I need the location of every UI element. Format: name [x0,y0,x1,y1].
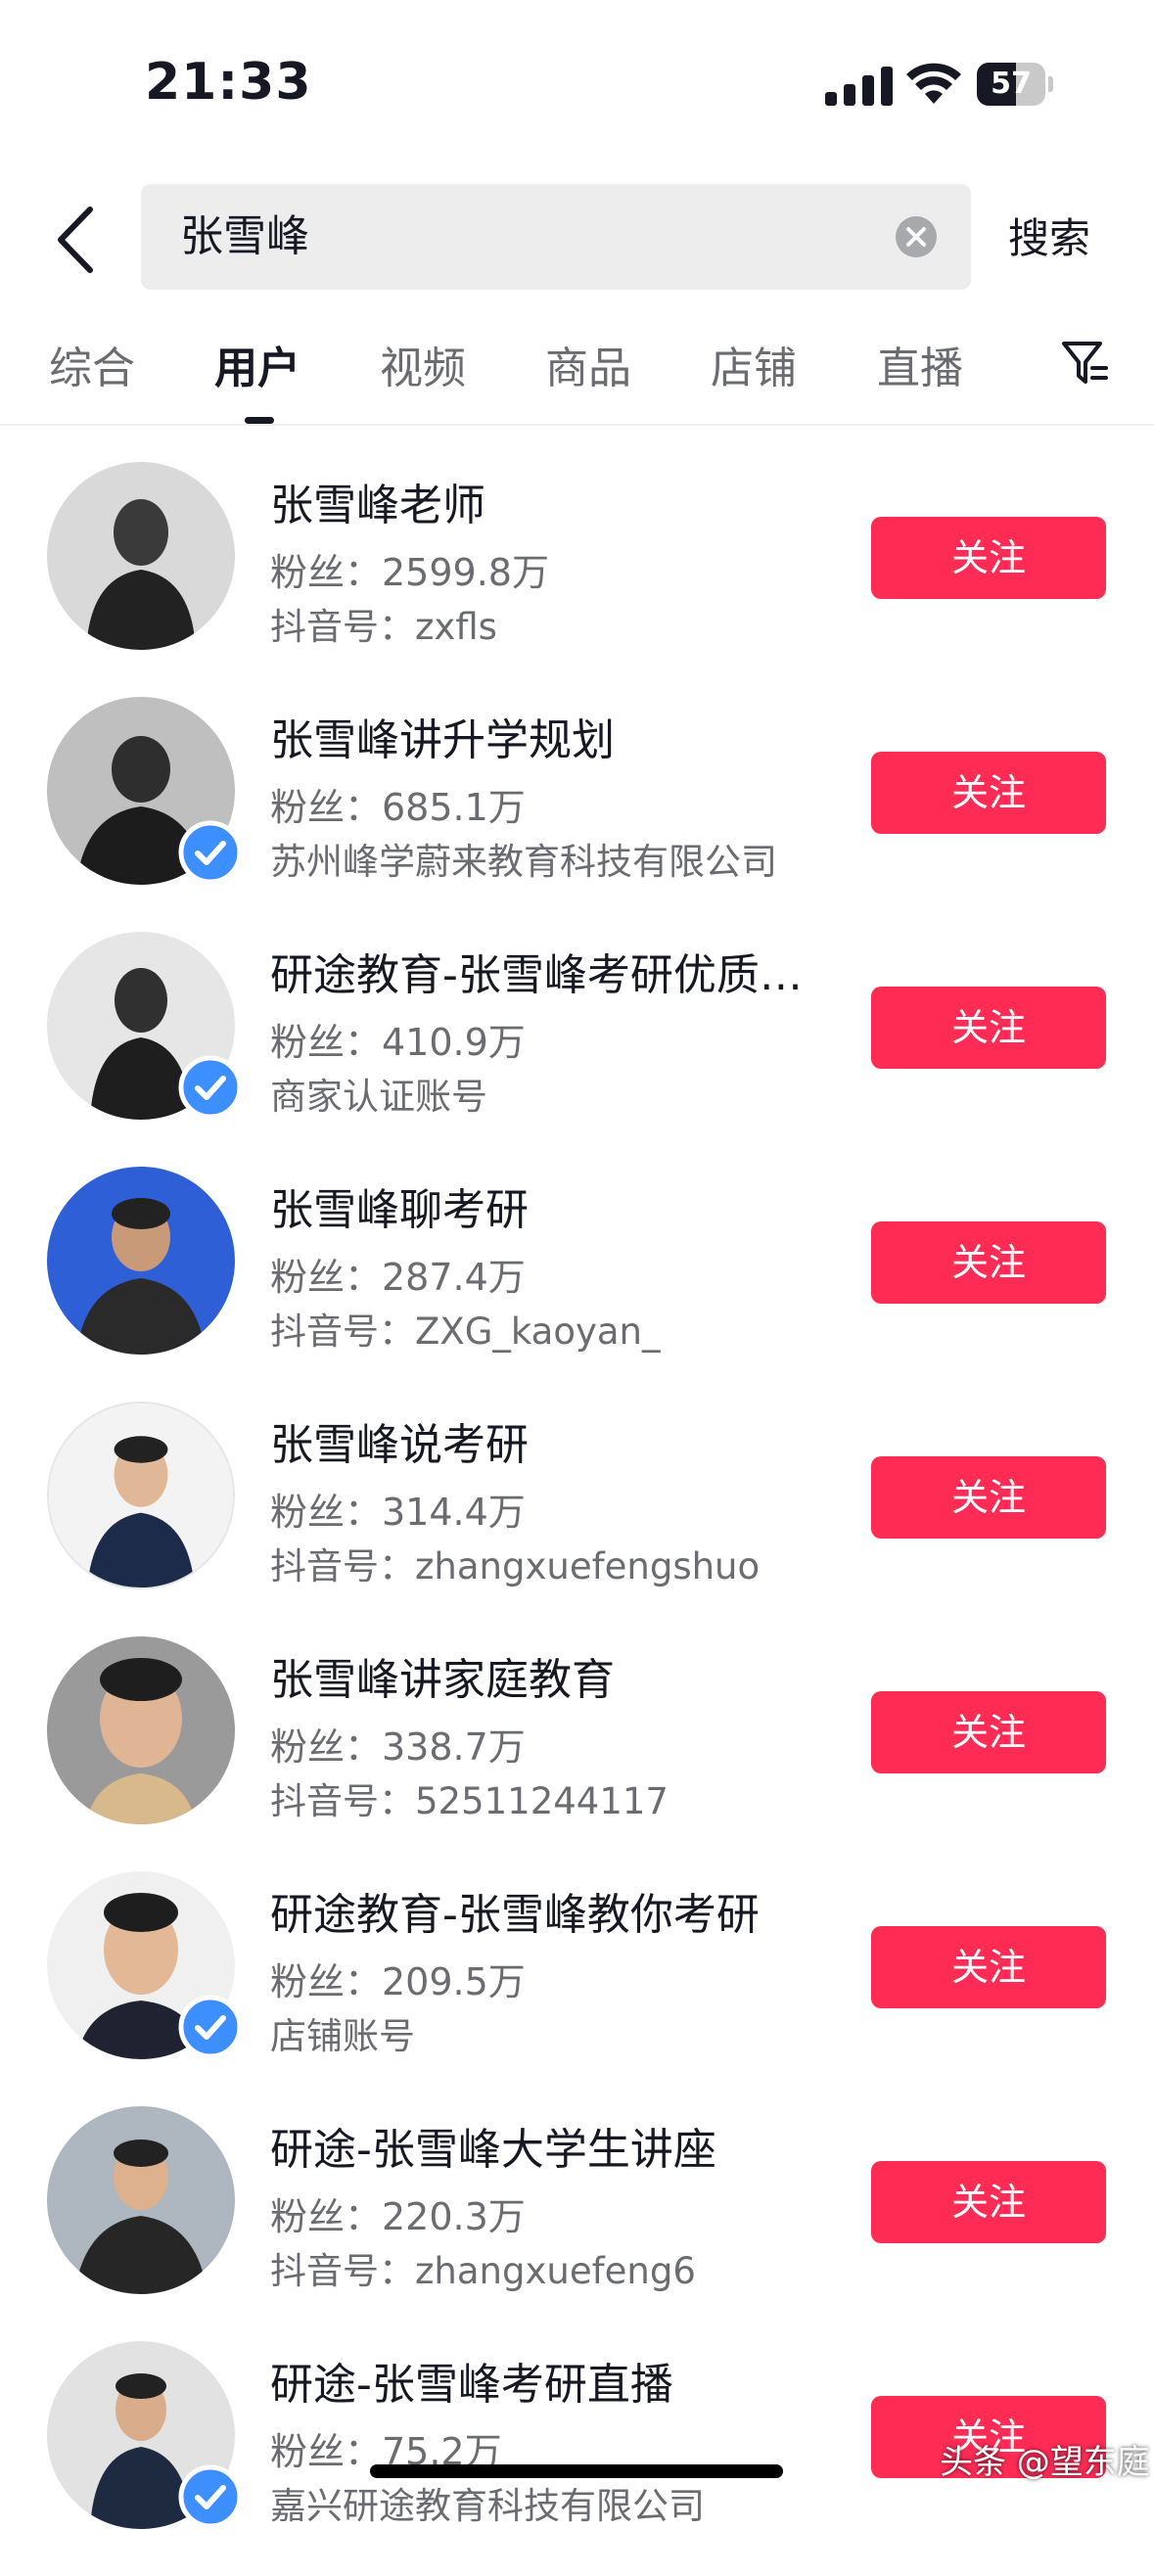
user-name: 研途-张雪峰考研直播 [270,2360,673,2410]
battery-icon: 57 [977,63,1053,106]
user-name: 张雪峰聊考研 [270,1185,529,1235]
douyin-id: 抖音号：zhangxuefeng6 [270,2250,696,2292]
verified-badge-icon [178,1995,243,2059]
fans-count: 粉丝：410.9万 [270,1021,526,1064]
clear-icon[interactable] [895,215,938,258]
fans-count: 粉丝：338.7万 [270,1725,526,1769]
back-arrow-icon[interactable] [47,196,106,284]
avatar[interactable] [47,2106,235,2294]
tab-comprehensive[interactable]: 综合 [49,333,135,395]
douyin-id: 抖音号：zhangxuefengshuo [270,1545,761,1587]
user-row[interactable]: 研途教育-张雪峰考研优质… 粉丝：410.9万 商家认证账号 关注 [0,932,1154,1167]
fans-count: 粉丝：287.4万 [270,1256,526,1299]
follow-button[interactable]: 关注 [871,1691,1106,1773]
tab-stores[interactable]: 店铺 [711,333,797,395]
user-name: 研途教育-张雪峰考研优质… [270,950,803,1000]
verified-badge-icon [178,820,243,885]
avatar[interactable] [47,1402,235,1589]
divider [0,424,1154,426]
user-row[interactable]: 研途-张雪峰大学生讲座 粉丝：220.3万 抖音号：zhangxuefeng6 … [0,2106,1154,2341]
search-input[interactable] [180,184,865,290]
follow-button[interactable]: 关注 [871,987,1106,1069]
fans-count: 粉丝：209.5万 [270,1960,526,2003]
fans-count: 粉丝：314.4万 [270,1491,526,1534]
verified-badge-icon [178,1055,243,1120]
follow-button[interactable]: 关注 [871,1221,1106,1304]
company-name: 嘉兴研途教育科技有限公司 [270,2485,705,2527]
company-name: 苏州峰学蔚来教育科技有限公司 [270,841,777,883]
cellular-signal-icon [825,65,894,106]
account-type: 商家认证账号 [270,1076,487,1118]
user-name: 张雪峰讲家庭教育 [270,1655,615,1705]
avatar[interactable] [47,1636,235,1824]
follow-button[interactable]: 关注 [871,517,1106,599]
avatar[interactable] [47,1167,235,1355]
status-time: 21:33 [145,53,312,112]
user-name: 研途教育-张雪峰教你考研 [270,1890,760,1940]
search-button[interactable]: 搜索 [1008,206,1090,265]
user-row[interactable]: 张雪峰讲家庭教育 粉丝：338.7万 抖音号：52511244117 关注 [0,1636,1154,1871]
user-row[interactable]: 张雪峰说考研 粉丝：314.4万 抖音号：zhangxuefengshuo 关注 [0,1402,1154,1636]
fans-count: 粉丝：2599.8万 [270,551,549,594]
douyin-id: 抖音号：ZXG_kaoyan_ [270,1311,661,1353]
fans-count: 粉丝：220.3万 [270,2195,526,2238]
status-bar: 21:33 57 [0,0,1154,166]
tab-products[interactable]: 商品 [545,333,631,395]
home-indicator[interactable] [370,2464,783,2478]
user-row[interactable]: 张雪峰讲升学规划 粉丝：685.1万 苏州峰学蔚来教育科技有限公司 关注 [0,697,1154,932]
user-row[interactable]: 张雪峰聊考研 粉丝：287.4万 抖音号：ZXG_kaoyan_ 关注 [0,1167,1154,1402]
follow-button[interactable]: 关注 [871,1456,1106,1539]
tab-videos[interactable]: 视频 [380,333,466,395]
douyin-id: 抖音号：zxfls [270,606,497,648]
tab-live[interactable]: 直播 [877,333,963,395]
follow-button[interactable]: 关注 [871,1926,1106,2008]
tab-users[interactable]: 用户 [214,333,300,395]
follow-button[interactable]: 关注 [871,752,1106,834]
fans-count: 粉丝：685.1万 [270,786,526,829]
user-name: 张雪峰老师 [270,481,485,530]
avatar[interactable] [47,462,235,650]
active-tab-indicator [245,417,274,424]
douyin-id: 抖音号：52511244117 [270,1780,669,1822]
account-type: 店铺账号 [270,2015,415,2057]
filter-icon[interactable] [1061,339,1108,388]
user-name: 张雪峰说考研 [270,1420,529,1470]
user-name: 研途-张雪峰大学生讲座 [270,2125,716,2175]
follow-button[interactable]: 关注 [871,2161,1106,2243]
battery-percent: 57 [991,67,1032,101]
category-tabs: 综合 用户 视频 商品 店铺 直播 [0,333,1154,426]
wifi-icon [906,63,961,104]
user-row[interactable]: 张雪峰老师 粉丝：2599.8万 抖音号：zxfls 关注 [0,462,1154,697]
search-box[interactable] [141,184,971,290]
user-name: 张雪峰讲升学规划 [270,715,615,765]
verified-badge-icon [178,2464,243,2529]
watermark-text: 头条 @望东庭 [940,2443,1150,2482]
user-row[interactable]: 研途教育-张雪峰教你考研 粉丝：209.5万 店铺账号 关注 [0,1871,1154,2106]
